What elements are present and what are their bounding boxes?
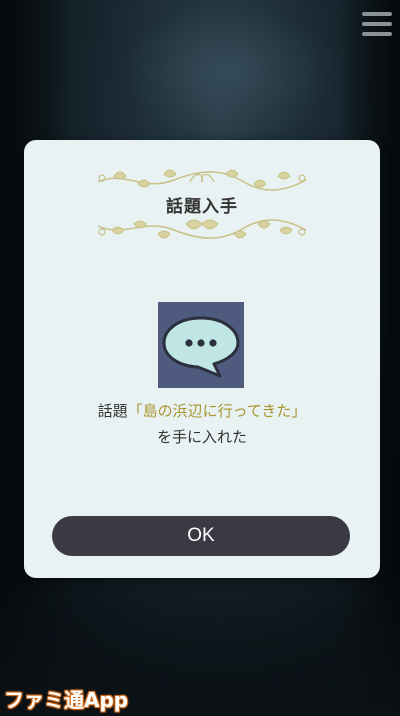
hamburger-menu-icon[interactable] xyxy=(362,12,392,38)
speech-bubble-graphic xyxy=(162,316,240,378)
ok-button[interactable]: OK xyxy=(52,516,350,556)
message-line-2: を手に入れた xyxy=(156,428,247,446)
topic-close-bracket: 」 xyxy=(291,402,307,420)
speech-bubble-icon xyxy=(158,302,244,388)
menu-line xyxy=(362,22,392,26)
topic-acquired-dialog: 話題入手 話題「島の浜辺に行ってきた」 を手に入れた OK xyxy=(24,140,380,578)
vine-ornament-bottom-icon xyxy=(97,219,307,239)
famitsu-app-watermark: ファミ通App xyxy=(4,688,129,712)
topic-open-bracket: 「 xyxy=(127,402,143,420)
menu-line xyxy=(362,32,392,36)
vine-ornament-top-icon xyxy=(97,169,307,191)
background-glow xyxy=(120,0,340,140)
message-prefix: 話題 xyxy=(97,402,128,420)
message-line-1: 話題「島の浜辺に行ってきた」 xyxy=(24,398,380,424)
acquired-message: 話題「島の浜辺に行ってきた」 を手に入れた xyxy=(24,398,380,450)
topic-name: 島の浜辺に行ってきた xyxy=(142,402,292,420)
menu-line xyxy=(362,12,392,16)
